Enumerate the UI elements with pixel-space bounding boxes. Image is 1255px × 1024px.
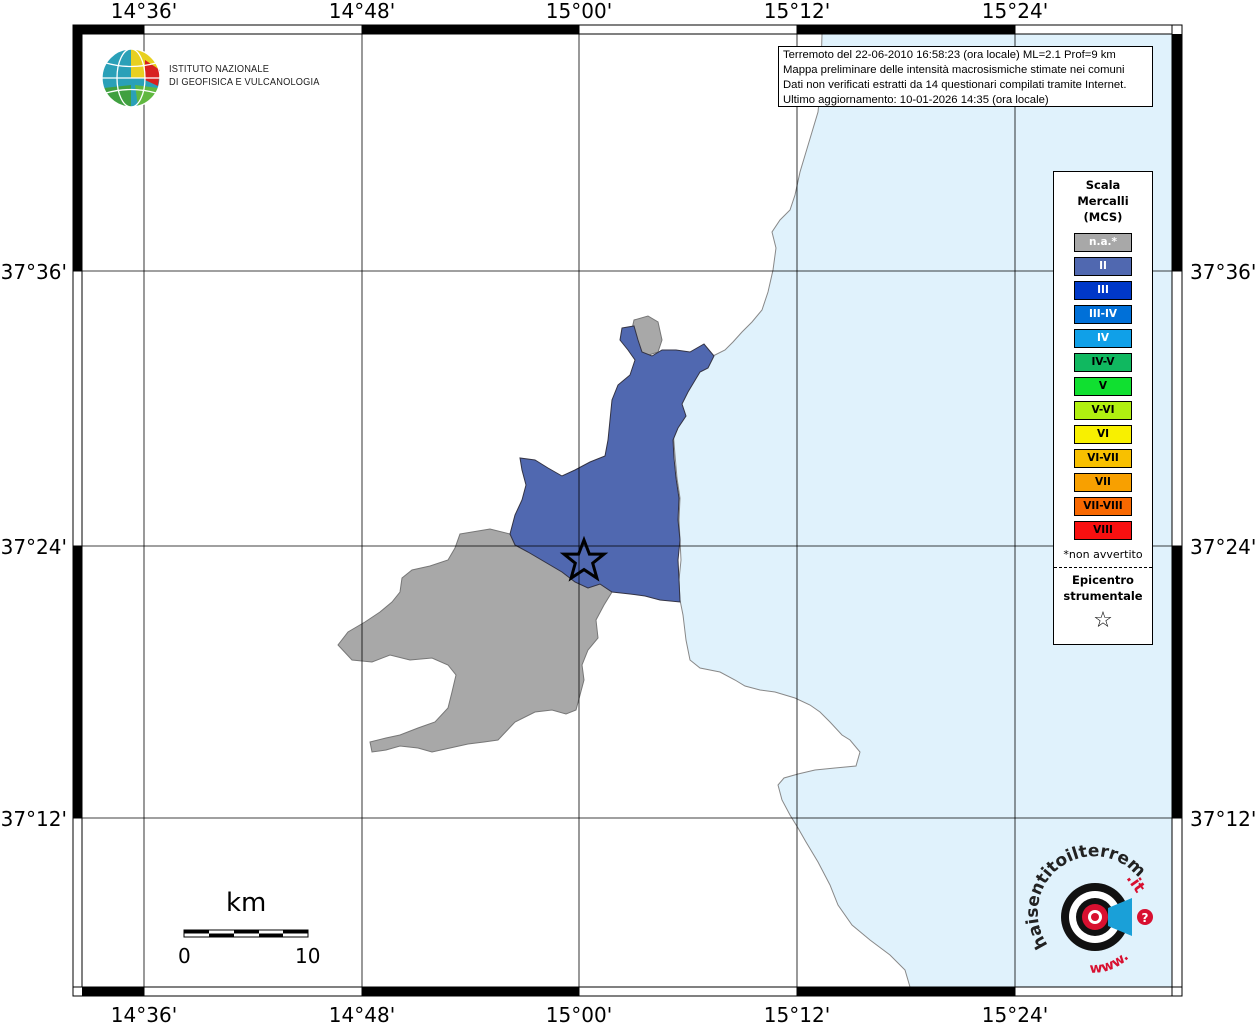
event-info-line1: Terremoto del 22-06-2010 16:58:23 (ora l… bbox=[783, 49, 1116, 61]
lat-tick-right: 37°12' bbox=[1190, 807, 1255, 831]
legend-item: VI bbox=[1074, 425, 1132, 444]
lon-tick-bottom: 15°00' bbox=[546, 1003, 612, 1024]
legend-item: III-IV bbox=[1074, 305, 1132, 324]
scale-end-label: 10 bbox=[295, 944, 321, 968]
hsit-question: ? bbox=[1142, 911, 1149, 925]
legend-epi-line2: strumentale bbox=[1063, 589, 1143, 603]
ingv-name-line2: DI GEOFISICA E VULCANOLOGIA bbox=[169, 76, 320, 88]
legend-item: VIII bbox=[1074, 521, 1132, 540]
legend-note: *non avvertito bbox=[1063, 548, 1143, 561]
legend-epicenter-label: Epicentro strumentale bbox=[1054, 572, 1152, 604]
event-info-box: Terremoto del 22-06-2010 16:58:23 (ora l… bbox=[778, 46, 1153, 107]
event-info-line4: Ultimo aggiornamento: 10-01-2026 14:35 (… bbox=[783, 94, 1049, 106]
legend-item: II bbox=[1074, 257, 1132, 276]
legend-item: VII-VIII bbox=[1074, 497, 1132, 516]
lon-tick-bottom: 14°36' bbox=[111, 1003, 177, 1024]
legend-title-line2: Mercalli bbox=[1077, 194, 1129, 208]
lon-tick-top: 15°00' bbox=[546, 0, 612, 23]
legend-title: Scala Mercalli (MCS) bbox=[1054, 177, 1152, 225]
lat-tick-left: 37°24' bbox=[1, 535, 67, 559]
legend-item: IV-V bbox=[1074, 353, 1132, 372]
lat-tick-right: 37°24' bbox=[1190, 535, 1255, 559]
mcs-legend: Scala Mercalli (MCS) n.a.* II III III-IV IV I… bbox=[1053, 171, 1153, 645]
legend-item: IV bbox=[1074, 329, 1132, 348]
legend-star-icon: ☆ bbox=[1093, 608, 1113, 633]
ingv-name-line1: ISTITUTO NAZIONALE bbox=[169, 63, 270, 75]
legend-item: V-VI bbox=[1074, 401, 1132, 420]
lon-tick-bottom: 15°12' bbox=[764, 1003, 830, 1024]
lon-tick-bottom: 15°24' bbox=[982, 1003, 1048, 1024]
legend-separator bbox=[1054, 567, 1152, 568]
lon-tick-top: 14°48' bbox=[329, 0, 395, 23]
lon-tick-top: 15°12' bbox=[764, 0, 830, 23]
legend-item: V bbox=[1074, 377, 1132, 396]
lat-tick-left: 37°36' bbox=[1, 260, 67, 284]
legend-title-line3: (MCS) bbox=[1083, 210, 1123, 224]
lat-tick-right: 37°36' bbox=[1190, 260, 1255, 284]
scale-bar bbox=[183, 929, 309, 938]
ingv-logo-text: ISTITUTO NAZIONALE DI GEOFISICA E VULCAN… bbox=[169, 63, 320, 89]
lon-tick-top: 15°24' bbox=[982, 0, 1048, 23]
legend-item: n.a.* bbox=[1074, 233, 1132, 252]
legend-items: n.a.* II III III-IV IV IV-V V V-VI VI VI-VII VII VI… bbox=[1054, 233, 1152, 540]
lon-tick-top: 14°36' bbox=[111, 0, 177, 23]
legend-epi-line1: Epicentro bbox=[1072, 573, 1134, 587]
lon-tick-bottom: 14°48' bbox=[329, 1003, 395, 1024]
legend-item: III bbox=[1074, 281, 1132, 300]
lat-tick-left: 37°12' bbox=[1, 807, 67, 831]
legend-item: VII bbox=[1074, 473, 1132, 492]
legend-item: VI-VII bbox=[1074, 449, 1132, 468]
scale-start-label: 0 bbox=[178, 944, 191, 968]
legend-title-line1: Scala bbox=[1085, 178, 1121, 192]
ingv-logo-globe-icon bbox=[101, 48, 161, 108]
event-info-line3: Dati non verificati estratti da 14 quest… bbox=[783, 79, 1127, 91]
scale-unit-label: km bbox=[226, 888, 267, 918]
event-info-line2: Mappa preliminare delle intensità macros… bbox=[783, 64, 1125, 76]
